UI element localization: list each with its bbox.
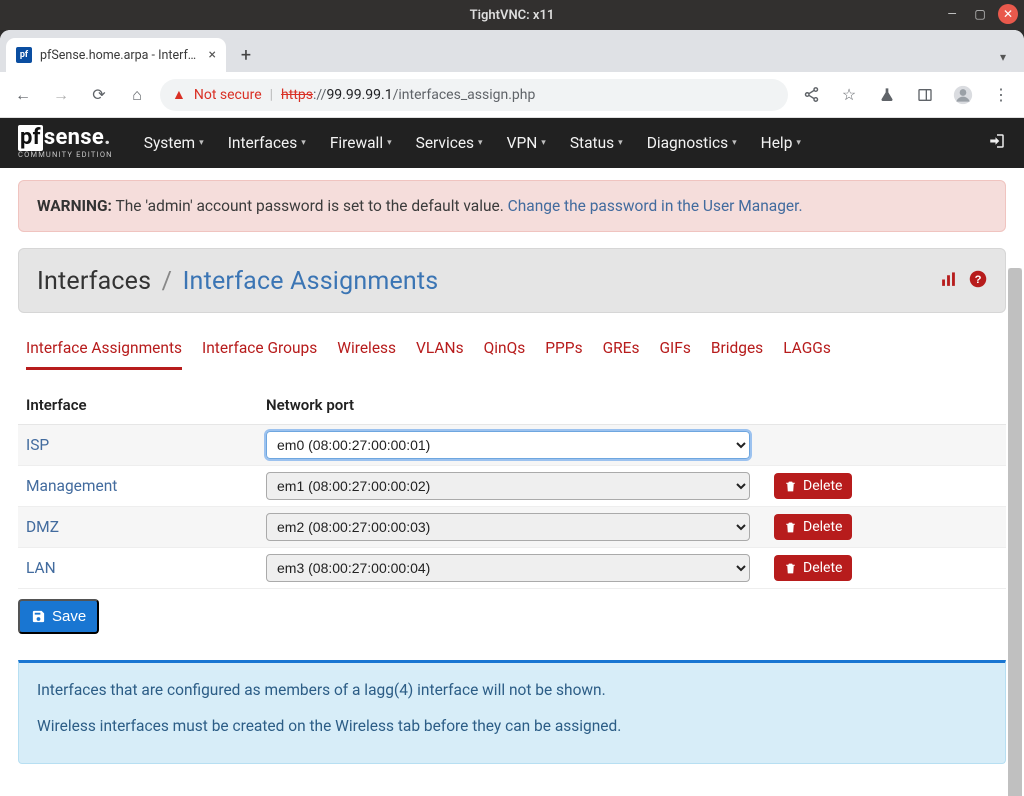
info-line-2: Wireless interfaces must be created on t… [37, 717, 987, 735]
svg-text:?: ? [975, 274, 982, 286]
scrollbar[interactable] [1008, 268, 1022, 796]
tab-interface-assignments[interactable]: Interface Assignments [26, 339, 182, 370]
subnav-tabs: Interface Assignments Interface Groups Wir… [18, 313, 1006, 370]
logout-icon[interactable] [988, 132, 1006, 155]
nav-item-interfaces[interactable]: Interfaces ▾ [217, 126, 317, 160]
not-secure-label: Not secure [194, 87, 262, 103]
interface-link[interactable]: LAN [26, 559, 266, 577]
interface-link[interactable]: Management [26, 477, 266, 495]
stats-icon[interactable] [940, 271, 957, 293]
network-port-select[interactable]: em2 (08:00:27:00:00:03) [266, 513, 750, 541]
page-viewport[interactable]: pfsense. COMMUNITY EDITION System ▾Inter… [0, 118, 1024, 796]
help-icon[interactable]: ? [969, 270, 987, 293]
tab-laggs[interactable]: LAGGs [783, 339, 831, 370]
os-minimize-button[interactable]: — [942, 4, 962, 24]
interfaces-table: Interface Network port ISPem0 (08:00:27:… [18, 386, 1006, 634]
warning-link[interactable]: Change the password in the User Manager. [508, 197, 803, 215]
tab-bridges[interactable]: Bridges [711, 339, 763, 370]
tab-qinqs[interactable]: QinQs [484, 339, 526, 370]
browser-tab[interactable]: pf pfSense.home.arpa - Interfaces: I × [6, 38, 226, 72]
delete-button[interactable]: Delete [774, 555, 852, 581]
tabs-overflow-icon[interactable]: ▾ [1000, 50, 1006, 64]
nav-item-vpn[interactable]: VPN ▾ [496, 126, 557, 160]
nav-item-status[interactable]: Status ▾ [559, 126, 634, 160]
delete-button[interactable]: Delete [774, 514, 852, 540]
favicon-icon: pf [16, 47, 32, 63]
extension-flask-icon[interactable] [872, 80, 902, 110]
app-navbar: pfsense. COMMUNITY EDITION System ▾Inter… [0, 118, 1024, 168]
breadcrumb: Interfaces / Interface Assignments ? [18, 248, 1006, 313]
tab-wireless[interactable]: Wireless [337, 339, 396, 370]
address-bar[interactable]: ▲ Not secure | https://99.99.99.1/interf… [160, 79, 788, 111]
breadcrumb-current: Interface Assignments [183, 267, 439, 296]
save-button[interactable]: Save [18, 599, 99, 634]
browser-menu-icon[interactable]: ⋮ [986, 80, 1016, 110]
nav-forward-button[interactable]: → [46, 80, 76, 110]
bookmark-icon[interactable]: ☆ [834, 80, 864, 110]
network-port-select[interactable]: em1 (08:00:27:00:00:02) [266, 472, 750, 500]
nav-back-button[interactable]: ← [8, 80, 38, 110]
col-head-port: Network port [266, 396, 766, 414]
browser-tabstrip: pf pfSense.home.arpa - Interfaces: I × +… [0, 30, 1024, 72]
url-scheme: https [281, 87, 313, 103]
os-window-title: TightVNC: x11 [0, 8, 1024, 23]
os-close-button[interactable]: ✕ [998, 4, 1018, 24]
info-line-1: Interfaces that are configured as member… [37, 681, 987, 699]
browser-toolbar: ← → ⟳ ⌂ ▲ Not secure | https://99.99.99.… [0, 72, 1024, 118]
share-icon[interactable] [796, 80, 826, 110]
tab-interface-groups[interactable]: Interface Groups [202, 339, 317, 370]
nav-reload-button[interactable]: ⟳ [84, 80, 114, 110]
nav-item-system[interactable]: System ▾ [133, 126, 215, 160]
warning-label: WARNING: [37, 197, 112, 215]
insecure-icon: ▲ [172, 86, 186, 103]
delete-button[interactable]: Delete [774, 473, 852, 499]
network-port-select[interactable]: em3 (08:00:27:00:00:04) [266, 554, 750, 582]
url-path: /interfaces_assign.php [393, 87, 536, 103]
nav-item-services[interactable]: Services ▾ [405, 126, 494, 160]
col-head-interface: Interface [26, 396, 266, 414]
tab-ppps[interactable]: PPPs [545, 339, 582, 370]
url-host: 99.99.99.1 [326, 87, 392, 103]
tab-close-icon[interactable]: × [209, 47, 216, 63]
table-row: ISPem0 (08:00:27:00:00:01) [18, 425, 1006, 466]
new-tab-button[interactable]: + [232, 41, 260, 69]
info-box: Interfaces that are configured as member… [18, 660, 1006, 764]
nav-home-button[interactable]: ⌂ [122, 80, 152, 110]
os-titlebar: TightVNC: x11 — ▢ ✕ [0, 0, 1024, 30]
nav-item-help[interactable]: Help ▾ [750, 126, 812, 160]
table-row: DMZem2 (08:00:27:00:00:03) Delete [18, 507, 1006, 548]
pfsense-logo[interactable]: pfsense. COMMUNITY EDITION [18, 127, 113, 159]
browser-tab-title: pfSense.home.arpa - Interfaces: I [40, 48, 201, 63]
network-port-select[interactable]: em0 (08:00:27:00:00:01) [266, 431, 750, 459]
warning-text: The 'admin' account password is set to t… [112, 197, 508, 215]
table-row: Managementem1 (08:00:27:00:00:02) Delete [18, 466, 1006, 507]
tab-gifs[interactable]: GIFs [660, 339, 691, 370]
nav-item-firewall[interactable]: Firewall ▾ [319, 126, 403, 160]
profile-avatar-icon[interactable] [948, 80, 978, 110]
warning-alert: WARNING: The 'admin' account password is… [18, 180, 1006, 232]
interface-link[interactable]: ISP [26, 436, 266, 454]
tab-vlans[interactable]: VLANs [416, 339, 464, 370]
save-button-label: Save [52, 608, 86, 625]
extension-panel-icon[interactable] [910, 80, 940, 110]
nav-item-diagnostics[interactable]: Diagnostics ▾ [636, 126, 748, 160]
os-maximize-button[interactable]: ▢ [970, 4, 990, 24]
interface-link[interactable]: DMZ [26, 518, 266, 536]
tab-gres[interactable]: GREs [603, 339, 640, 370]
breadcrumb-root: Interfaces [37, 267, 151, 296]
table-row: LANem3 (08:00:27:00:00:04) Delete [18, 548, 1006, 589]
